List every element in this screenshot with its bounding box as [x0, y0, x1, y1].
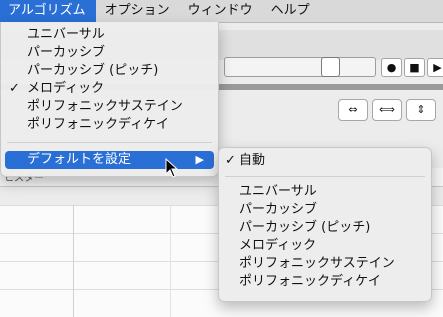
play-button[interactable]: ▶	[427, 58, 443, 77]
menu-item-melodic[interactable]: ✓ メロディック	[1, 80, 218, 98]
menu-item-label: パーカッシブ	[27, 45, 106, 60]
checkmark-icon: ✓	[9, 81, 20, 96]
menu-separator	[225, 176, 425, 177]
menu-item-set-default[interactable]: デフォルトを設定 ▶	[5, 151, 214, 169]
menu-item-label: 自動	[239, 153, 266, 168]
vertical-zoom-icon[interactable]: ⇕	[406, 99, 436, 121]
menu-options[interactable]: オプション	[96, 0, 179, 22]
menu-item-label: デフォルトを設定	[27, 152, 132, 167]
transport-buttons: ● ■ ▶	[381, 58, 443, 77]
stop-button[interactable]: ■	[404, 58, 425, 77]
menu-separator	[7, 142, 212, 143]
grid-divider	[170, 205, 171, 317]
menu-item-label: メロディック	[239, 238, 317, 253]
menu-bar: アルゴリズム オプション ウィンドウ ヘルプ	[0, 0, 443, 23]
position-slider[interactable]	[224, 57, 376, 77]
horizontal-zoom-icon[interactable]: ⟺	[372, 99, 402, 121]
menu-item-label: パーカッシブ (ピッチ)	[27, 63, 159, 78]
menu-item-label: ポリフォニックサステイン	[27, 99, 183, 114]
menu-item-label: パーカッシブ (ピッチ)	[239, 220, 371, 235]
record-button[interactable]: ●	[381, 58, 402, 77]
menu-item-percussive-pitch[interactable]: パーカッシブ (ピッチ)	[1, 62, 218, 80]
menu-item-polyphonic-sustain[interactable]: ポリフォニックサステイン	[1, 98, 218, 116]
default-submenu: ✓ 自動 ユニバーサル パーカッシブ パーカッシブ (ピッチ) メロディック ポ…	[218, 147, 432, 302]
slider-thumb[interactable]	[321, 57, 340, 77]
submenu-item-polyphonic-sustain[interactable]: ポリフォニックサステイン	[219, 255, 431, 273]
menu-algorithm[interactable]: アルゴリズム	[0, 0, 96, 22]
submenu-item-polyphonic-decay[interactable]: ポリフォニックディケイ	[219, 273, 431, 291]
submenu-item-percussive-pitch[interactable]: パーカッシブ (ピッチ)	[219, 219, 431, 237]
menu-item-label: パーカッシブ	[239, 202, 318, 217]
menu-item-universal[interactable]: ユニバーサル	[1, 26, 218, 44]
menu-item-label: ユニバーサル	[239, 184, 317, 199]
menu-item-label: ポリフォニックサステイン	[239, 256, 395, 271]
submenu-item-auto[interactable]: ✓ 自動	[219, 152, 431, 170]
submenu-item-universal[interactable]: ユニバーサル	[219, 183, 431, 201]
menu-help[interactable]: ヘルプ	[262, 0, 319, 22]
submenu-item-melodic[interactable]: メロディック	[219, 237, 431, 255]
menu-item-percussive[interactable]: パーカッシブ	[1, 44, 218, 62]
algorithm-menu: ユニバーサル パーカッシブ パーカッシブ (ピッチ) ✓ メロディック ポリフォ…	[0, 22, 219, 177]
menu-item-polyphonic-decay[interactable]: ポリフォニックディケイ	[1, 116, 218, 134]
menu-item-label: ユニバーサル	[27, 27, 105, 42]
menu-item-label: メロディック	[27, 81, 105, 96]
submenu-item-percussive[interactable]: パーカッシブ	[219, 201, 431, 219]
checkmark-icon: ✓	[225, 153, 236, 168]
grid-divider	[73, 205, 74, 317]
menu-item-label: ポリフォニックディケイ	[27, 117, 169, 132]
view-icon-group: ⇔ ⟺ ⇕	[338, 99, 436, 121]
submenu-arrow-icon: ▶	[195, 153, 204, 166]
menu-item-label: ポリフォニックディケイ	[239, 274, 381, 289]
zoom-fit-icon[interactable]: ⇔	[338, 99, 368, 121]
menu-window[interactable]: ウィンドウ	[179, 0, 262, 22]
mouse-pointer-icon	[165, 158, 179, 178]
